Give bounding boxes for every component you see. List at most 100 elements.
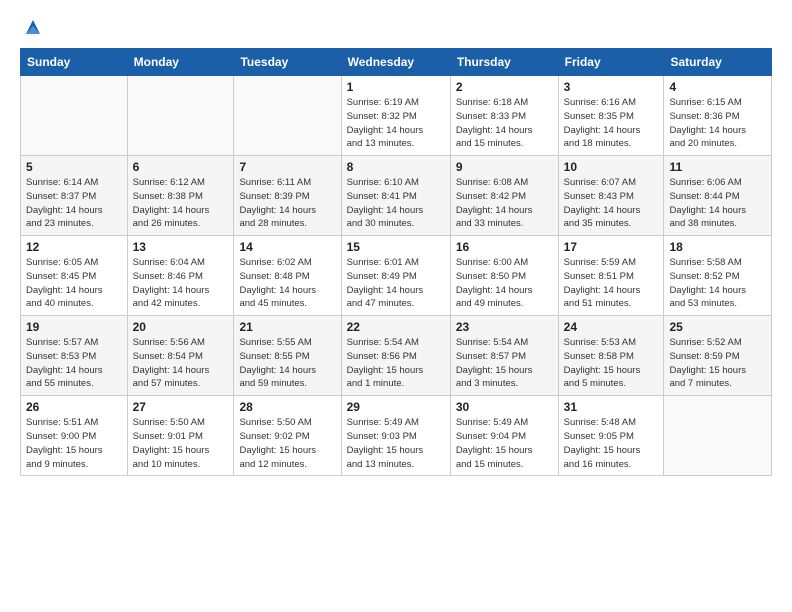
calendar-cell: 23 Sunrise: 5:54 AM Sunset: 8:57 PM Dayli… <box>450 316 558 396</box>
day-info: Sunrise: 5:56 AM Sunset: 8:54 PM Dayligh… <box>133 336 229 391</box>
week-row-5: 26 Sunrise: 5:51 AM Sunset: 9:00 PM Dayli… <box>21 396 772 476</box>
day-info: Sunrise: 5:59 AM Sunset: 8:51 PM Dayligh… <box>564 256 659 311</box>
calendar-cell: 1 Sunrise: 6:19 AM Sunset: 8:32 PM Daylig… <box>341 76 450 156</box>
day-info: Sunrise: 6:05 AM Sunset: 8:45 PM Dayligh… <box>26 256 122 311</box>
day-number: 20 <box>133 320 229 334</box>
day-number: 2 <box>456 80 553 94</box>
day-info: Sunrise: 6:08 AM Sunset: 8:42 PM Dayligh… <box>456 176 553 231</box>
calendar-cell: 16 Sunrise: 6:00 AM Sunset: 8:50 PM Dayli… <box>450 236 558 316</box>
day-number: 29 <box>347 400 445 414</box>
day-number: 8 <box>347 160 445 174</box>
calendar-cell: 29 Sunrise: 5:49 AM Sunset: 9:03 PM Dayli… <box>341 396 450 476</box>
day-info: Sunrise: 5:49 AM Sunset: 9:03 PM Dayligh… <box>347 416 445 471</box>
calendar-cell: 28 Sunrise: 5:50 AM Sunset: 9:02 PM Dayli… <box>234 396 341 476</box>
calendar-cell: 21Sunrise: 5:55 AM Sunset: 8:55 PM Dayli… <box>234 316 341 396</box>
day-info: Sunrise: 5:48 AM Sunset: 9:05 PM Dayligh… <box>564 416 659 471</box>
day-info: Sunrise: 5:57 AM Sunset: 8:53 PM Dayligh… <box>26 336 122 391</box>
day-info: Sunrise: 6:14 AM Sunset: 8:37 PM Dayligh… <box>26 176 122 231</box>
day-number: 1 <box>347 80 445 94</box>
col-header-wednesday: Wednesday <box>341 49 450 76</box>
day-info: Sunrise: 5:49 AM Sunset: 9:04 PM Dayligh… <box>456 416 553 471</box>
calendar-table: SundayMondayTuesdayWednesdayThursdayFrid… <box>20 48 772 476</box>
day-info: Sunrise: 5:50 AM Sunset: 9:01 PM Dayligh… <box>133 416 229 471</box>
day-number: 30 <box>456 400 553 414</box>
day-info: Sunrise: 5:50 AM Sunset: 9:02 PM Dayligh… <box>239 416 335 471</box>
calendar-cell: 30 Sunrise: 5:49 AM Sunset: 9:04 PM Dayli… <box>450 396 558 476</box>
day-info: Sunrise: 6:18 AM Sunset: 8:33 PM Dayligh… <box>456 96 553 151</box>
calendar-cell <box>127 76 234 156</box>
day-info: Sunrise: 5:55 AM Sunset: 8:55 PM Dayligh… <box>239 336 335 391</box>
day-info: Sunrise: 6:19 AM Sunset: 8:32 PM Dayligh… <box>347 96 445 151</box>
calendar-cell: 24 Sunrise: 5:53 AM Sunset: 8:58 PM Dayli… <box>558 316 664 396</box>
day-number: 27 <box>133 400 229 414</box>
day-info: Sunrise: 6:16 AM Sunset: 8:35 PM Dayligh… <box>564 96 659 151</box>
calendar-cell: 13Sunrise: 6:04 AM Sunset: 8:46 PM Dayli… <box>127 236 234 316</box>
logo <box>20 16 44 38</box>
calendar-cell <box>234 76 341 156</box>
day-number: 31 <box>564 400 659 414</box>
calendar-cell: 10 Sunrise: 6:07 AM Sunset: 8:43 PM Dayli… <box>558 156 664 236</box>
calendar-cell: 18Sunrise: 5:58 AM Sunset: 8:52 PM Dayli… <box>664 236 772 316</box>
week-row-3: 12 Sunrise: 6:05 AM Sunset: 8:45 PM Dayli… <box>21 236 772 316</box>
day-info: Sunrise: 5:54 AM Sunset: 8:57 PM Dayligh… <box>456 336 553 391</box>
calendar-cell: 11 Sunrise: 6:06 AM Sunset: 8:44 PM Dayli… <box>664 156 772 236</box>
week-row-2: 5 Sunrise: 6:14 AM Sunset: 8:37 PM Daylig… <box>21 156 772 236</box>
day-number: 18 <box>669 240 766 254</box>
day-info: Sunrise: 5:52 AM Sunset: 8:59 PM Dayligh… <box>669 336 766 391</box>
day-number: 22 <box>347 320 445 334</box>
calendar-cell: 6 Sunrise: 6:12 AM Sunset: 8:38 PM Daylig… <box>127 156 234 236</box>
day-info: Sunrise: 6:00 AM Sunset: 8:50 PM Dayligh… <box>456 256 553 311</box>
day-info: Sunrise: 6:10 AM Sunset: 8:41 PM Dayligh… <box>347 176 445 231</box>
calendar-cell: 9Sunrise: 6:08 AM Sunset: 8:42 PM Daylig… <box>450 156 558 236</box>
day-number: 4 <box>669 80 766 94</box>
calendar-cell <box>664 396 772 476</box>
day-number: 11 <box>669 160 766 174</box>
day-info: Sunrise: 6:06 AM Sunset: 8:44 PM Dayligh… <box>669 176 766 231</box>
day-number: 13 <box>133 240 229 254</box>
day-info: Sunrise: 6:12 AM Sunset: 8:38 PM Dayligh… <box>133 176 229 231</box>
col-header-saturday: Saturday <box>664 49 772 76</box>
day-number: 19 <box>26 320 122 334</box>
day-number: 12 <box>26 240 122 254</box>
day-number: 15 <box>347 240 445 254</box>
day-number: 6 <box>133 160 229 174</box>
day-number: 28 <box>239 400 335 414</box>
day-info: Sunrise: 6:07 AM Sunset: 8:43 PM Dayligh… <box>564 176 659 231</box>
day-info: Sunrise: 6:01 AM Sunset: 8:49 PM Dayligh… <box>347 256 445 311</box>
day-info: Sunrise: 6:11 AM Sunset: 8:39 PM Dayligh… <box>239 176 335 231</box>
calendar-cell: 15 Sunrise: 6:01 AM Sunset: 8:49 PM Dayli… <box>341 236 450 316</box>
col-header-tuesday: Tuesday <box>234 49 341 76</box>
calendar-cell: 5 Sunrise: 6:14 AM Sunset: 8:37 PM Daylig… <box>21 156 128 236</box>
logo-icon <box>22 16 44 38</box>
day-number: 5 <box>26 160 122 174</box>
day-number: 7 <box>239 160 335 174</box>
day-info: Sunrise: 5:51 AM Sunset: 9:00 PM Dayligh… <box>26 416 122 471</box>
calendar-cell: 26 Sunrise: 5:51 AM Sunset: 9:00 PM Dayli… <box>21 396 128 476</box>
calendar-cell: 7 Sunrise: 6:11 AM Sunset: 8:39 PM Daylig… <box>234 156 341 236</box>
day-number: 25 <box>669 320 766 334</box>
col-header-monday: Monday <box>127 49 234 76</box>
header-row: SundayMondayTuesdayWednesdayThursdayFrid… <box>21 49 772 76</box>
calendar-cell: 14Sunrise: 6:02 AM Sunset: 8:48 PM Dayli… <box>234 236 341 316</box>
day-number: 23 <box>456 320 553 334</box>
week-row-1: 1 Sunrise: 6:19 AM Sunset: 8:32 PM Daylig… <box>21 76 772 156</box>
day-number: 17 <box>564 240 659 254</box>
calendar-cell <box>21 76 128 156</box>
calendar-cell: 3Sunrise: 6:16 AM Sunset: 8:35 PM Daylig… <box>558 76 664 156</box>
day-info: Sunrise: 5:53 AM Sunset: 8:58 PM Dayligh… <box>564 336 659 391</box>
col-header-sunday: Sunday <box>21 49 128 76</box>
day-info: Sunrise: 6:02 AM Sunset: 8:48 PM Dayligh… <box>239 256 335 311</box>
day-info: Sunrise: 6:15 AM Sunset: 8:36 PM Dayligh… <box>669 96 766 151</box>
calendar-cell: 31 Sunrise: 5:48 AM Sunset: 9:05 PM Dayli… <box>558 396 664 476</box>
calendar-cell: 20 Sunrise: 5:56 AM Sunset: 8:54 PM Dayli… <box>127 316 234 396</box>
day-number: 24 <box>564 320 659 334</box>
week-row-4: 19 Sunrise: 5:57 AM Sunset: 8:53 PM Dayli… <box>21 316 772 396</box>
day-number: 16 <box>456 240 553 254</box>
calendar-cell: 25 Sunrise: 5:52 AM Sunset: 8:59 PM Dayli… <box>664 316 772 396</box>
calendar-cell: 8 Sunrise: 6:10 AM Sunset: 8:41 PM Daylig… <box>341 156 450 236</box>
page-container: SundayMondayTuesdayWednesdayThursdayFrid… <box>0 0 792 492</box>
day-number: 26 <box>26 400 122 414</box>
day-number: 10 <box>564 160 659 174</box>
calendar-cell: 17 Sunrise: 5:59 AM Sunset: 8:51 PM Dayli… <box>558 236 664 316</box>
calendar-cell: 22Sunrise: 5:54 AM Sunset: 8:56 PM Dayli… <box>341 316 450 396</box>
